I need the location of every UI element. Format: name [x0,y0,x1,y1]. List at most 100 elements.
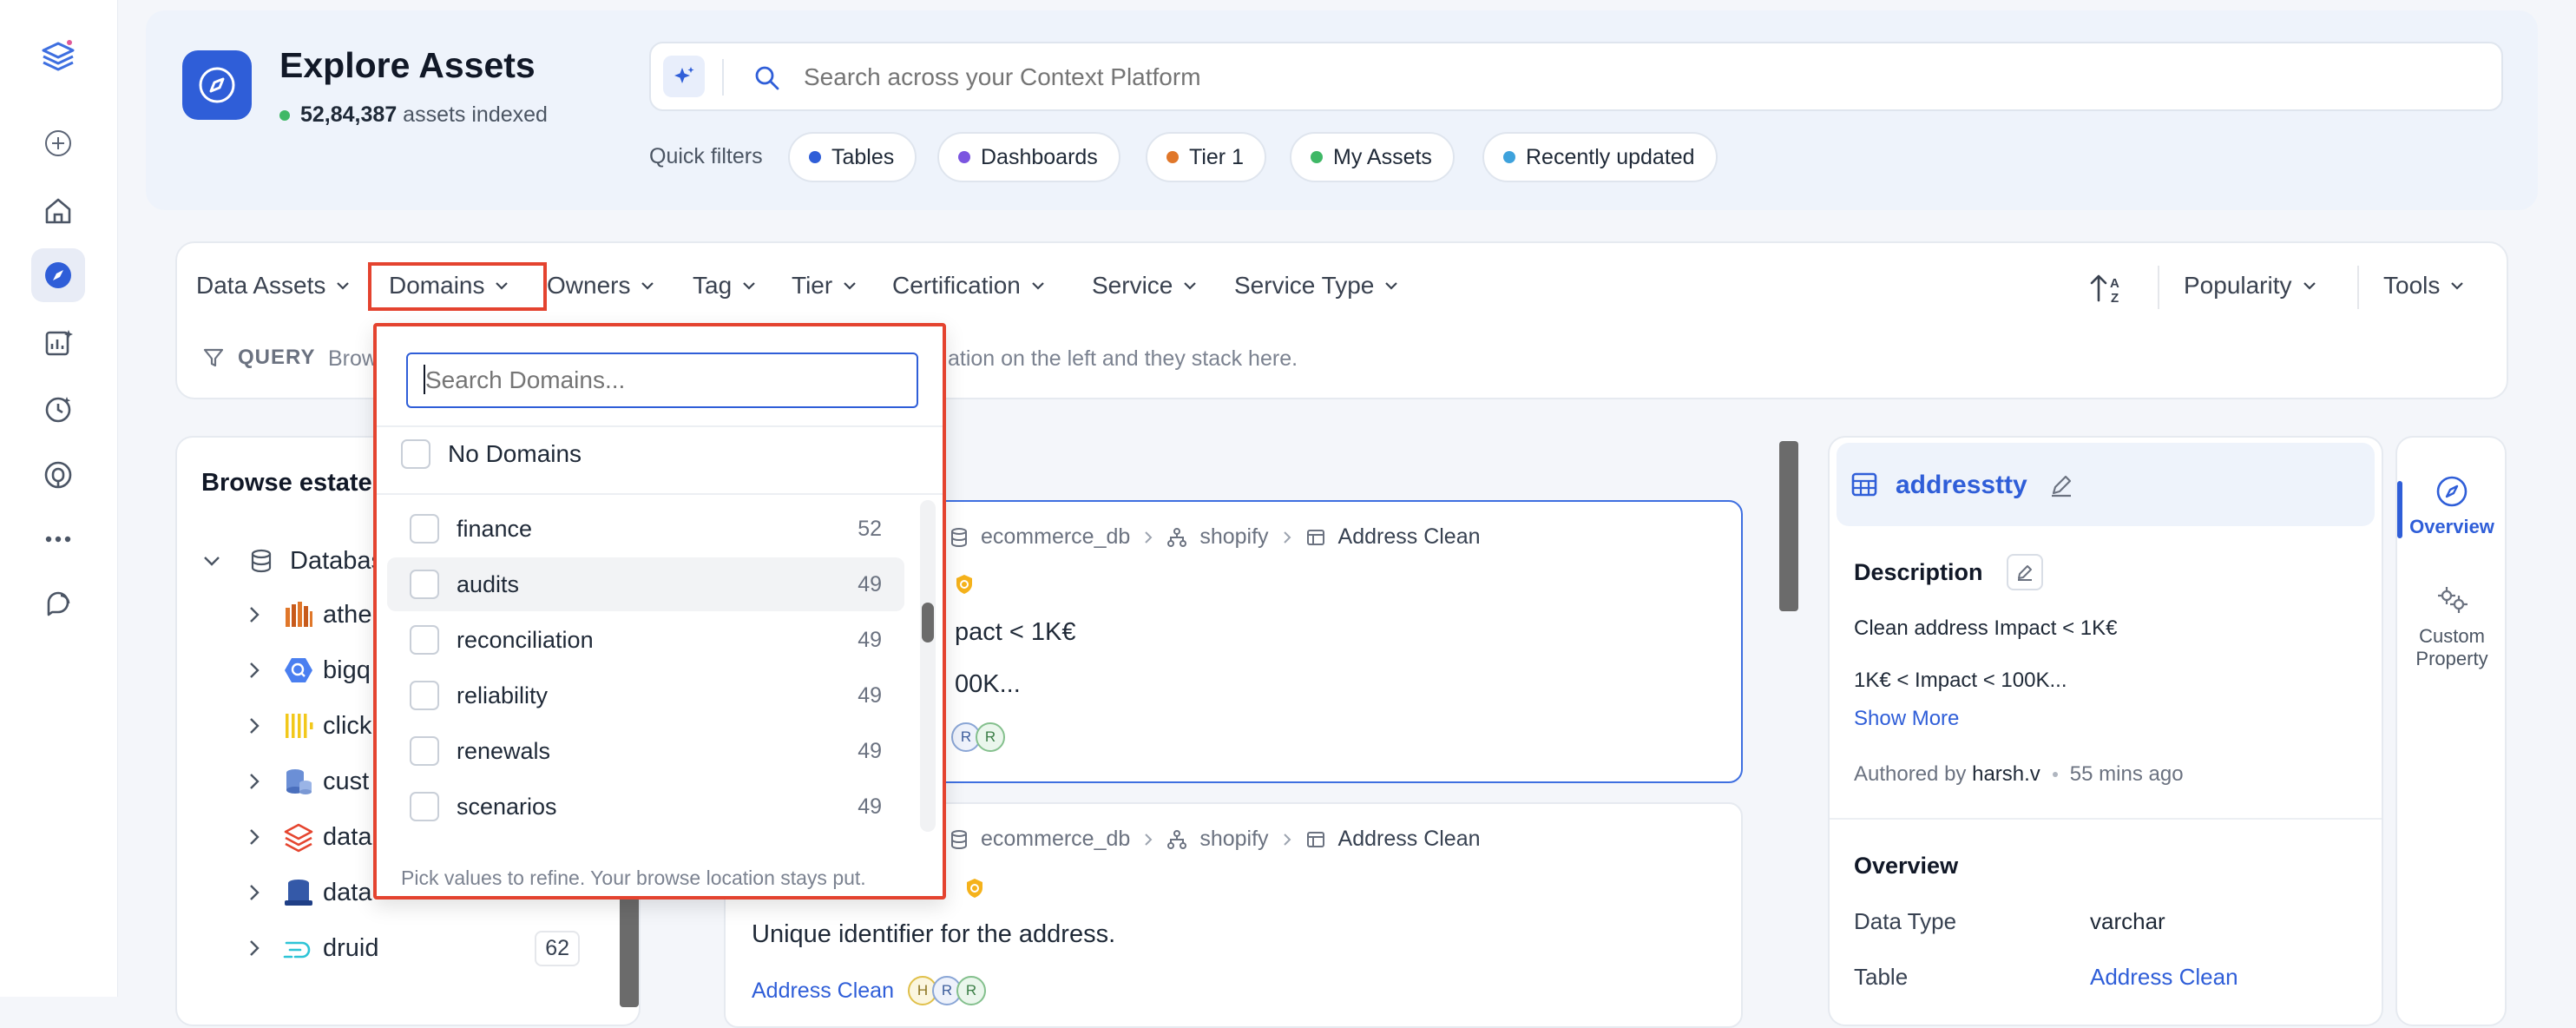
author-name[interactable]: harsh.v [1972,762,2040,787]
tree-label: data [323,822,372,851]
chevron-right-icon [250,885,260,900]
asset-name[interactable]: addresstty [1896,471,2027,500]
filter-label: Service Type [1234,272,1375,299]
ai-sparkle-icon[interactable] [663,56,705,97]
chevron-down-icon [1184,282,1197,290]
crumb-table[interactable]: Address Clean [1338,827,1481,852]
checkbox[interactable] [410,514,439,544]
filter-service[interactable]: Service [1092,272,1199,300]
time-ago: 55 mins ago [2069,762,2184,786]
chat-icon[interactable] [31,578,85,632]
quick-filter-dashboards[interactable]: Dashboards [937,132,1120,182]
tree-row-databricks[interactable]: data [245,820,371,854]
sort-a-z-icon[interactable]: AZ [2088,271,2126,306]
quick-filter-my-assets[interactable]: My Assets [1290,132,1455,182]
checkbox[interactable] [410,625,439,655]
tree-row-athena[interactable]: athe [245,597,371,632]
results-scrollbar[interactable] [1779,441,1798,611]
dropdown-scroll-thumb[interactable] [922,603,934,642]
filter-certification[interactable]: Certification [892,272,1047,300]
filter-funnel-icon [201,346,226,370]
filter-domains[interactable]: Domains [389,272,510,300]
filter-tier[interactable]: Tier [792,272,858,300]
query-label: QUERY [238,346,316,369]
domain-option-reliability[interactable]: reliability 49 [387,669,904,722]
more-icon[interactable] [31,512,85,566]
tools-label: Tools [2383,272,2441,299]
result-description-line1: pact < 1K€ [955,618,1076,646]
dot-icon [1311,151,1323,163]
tree-row-custom-database[interactable]: cust [245,764,369,799]
global-search-box[interactable] [649,42,2503,111]
domain-option-renewals[interactable]: renewals 49 [387,724,904,778]
description-line1: Clean address Impact < 1K€ [1854,616,2118,640]
chip-label: Tables [831,144,895,169]
tab-label: Custom [2419,625,2485,647]
chevron-right-icon [1283,530,1291,544]
home-icon[interactable] [31,184,85,238]
checkbox[interactable] [410,570,439,599]
checkbox[interactable] [401,439,430,469]
avatar[interactable]: R [976,722,1005,752]
domain-option-scenarios[interactable]: scenarios 49 [387,780,904,834]
data-type-value: varchar [2090,908,2165,934]
domain-option-reconciliation[interactable]: reconciliation 49 [387,613,904,667]
crumb-table[interactable]: Address Clean [1338,524,1481,550]
add-icon[interactable] [31,116,85,170]
quick-filter-recently-updated[interactable]: Recently updated [1482,132,1718,182]
crumb-schema[interactable]: shopify [1199,827,1268,852]
domain-option-audits[interactable]: audits 49 [387,557,904,611]
chevron-down-icon [641,282,654,290]
tree-row-databases[interactable]: Databas [201,544,384,578]
option-label: reconciliation [457,626,594,653]
tree-row-clickhouse[interactable]: click [245,708,371,743]
tree-row-bigquery[interactable]: bigq [245,653,371,688]
tab-custom-property[interactable]: Custom Property [2406,583,2498,670]
domain-search-input[interactable] [406,353,918,408]
domain-option-finance[interactable]: finance 52 [387,502,904,556]
count-badge: 62 [535,930,580,966]
filter-data-assets[interactable]: Data Assets [196,272,352,300]
tree-row-druid[interactable]: druid 62 [245,930,580,966]
app-logo-icon[interactable] [31,30,85,83]
crumb-schema[interactable]: shopify [1199,524,1268,550]
result-footer: Address Clean H R R [752,976,986,1005]
database-icon [951,527,967,547]
filter-service-type[interactable]: Service Type [1234,272,1400,300]
dropdown-divider [377,425,943,427]
checkbox[interactable] [410,792,439,821]
observability-icon[interactable] [31,382,85,436]
filter-tag[interactable]: Tag [693,272,758,300]
quick-filter-tables[interactable]: Tables [788,132,917,182]
tree-row-datalake[interactable]: data [245,875,371,910]
filter-owners[interactable]: Owners [547,272,656,300]
tab-overview[interactable]: Overview [2406,474,2498,538]
dropdown-scroll-track [920,500,936,832]
option-label: scenarios [457,793,557,820]
dot-icon [1503,151,1515,163]
schema-icon [1167,527,1187,547]
table-label: Table [1854,964,1909,990]
tools-menu[interactable]: Tools [2383,272,2466,300]
edit-name-icon[interactable] [2048,472,2074,498]
show-more-link[interactable]: Show More [1854,707,1959,731]
edit-description-icon[interactable] [2007,554,2043,590]
table-value-link[interactable]: Address Clean [2090,964,2238,991]
chevron-right-icon [1145,833,1153,846]
quick-filter-tier1[interactable]: Tier 1 [1146,132,1266,182]
governance-icon[interactable] [31,448,85,502]
explore-icon[interactable] [31,248,85,302]
insights-icon[interactable] [31,316,85,370]
checkbox[interactable] [410,736,439,766]
no-domains-option[interactable]: No Domains [401,439,582,469]
druid-icon [283,932,314,964]
search-input[interactable] [804,56,2453,99]
table-link[interactable]: Address Clean [752,979,894,1004]
option-label: No Domains [448,440,582,467]
avatar[interactable]: R [956,976,986,1005]
crumb-database[interactable]: ecommerce_db [981,827,1130,852]
crumb-database[interactable]: ecommerce_db [981,524,1130,550]
popularity-sort[interactable]: Popularity [2184,272,2318,300]
checkbox[interactable] [410,681,439,710]
option-label: reliability [457,682,549,708]
